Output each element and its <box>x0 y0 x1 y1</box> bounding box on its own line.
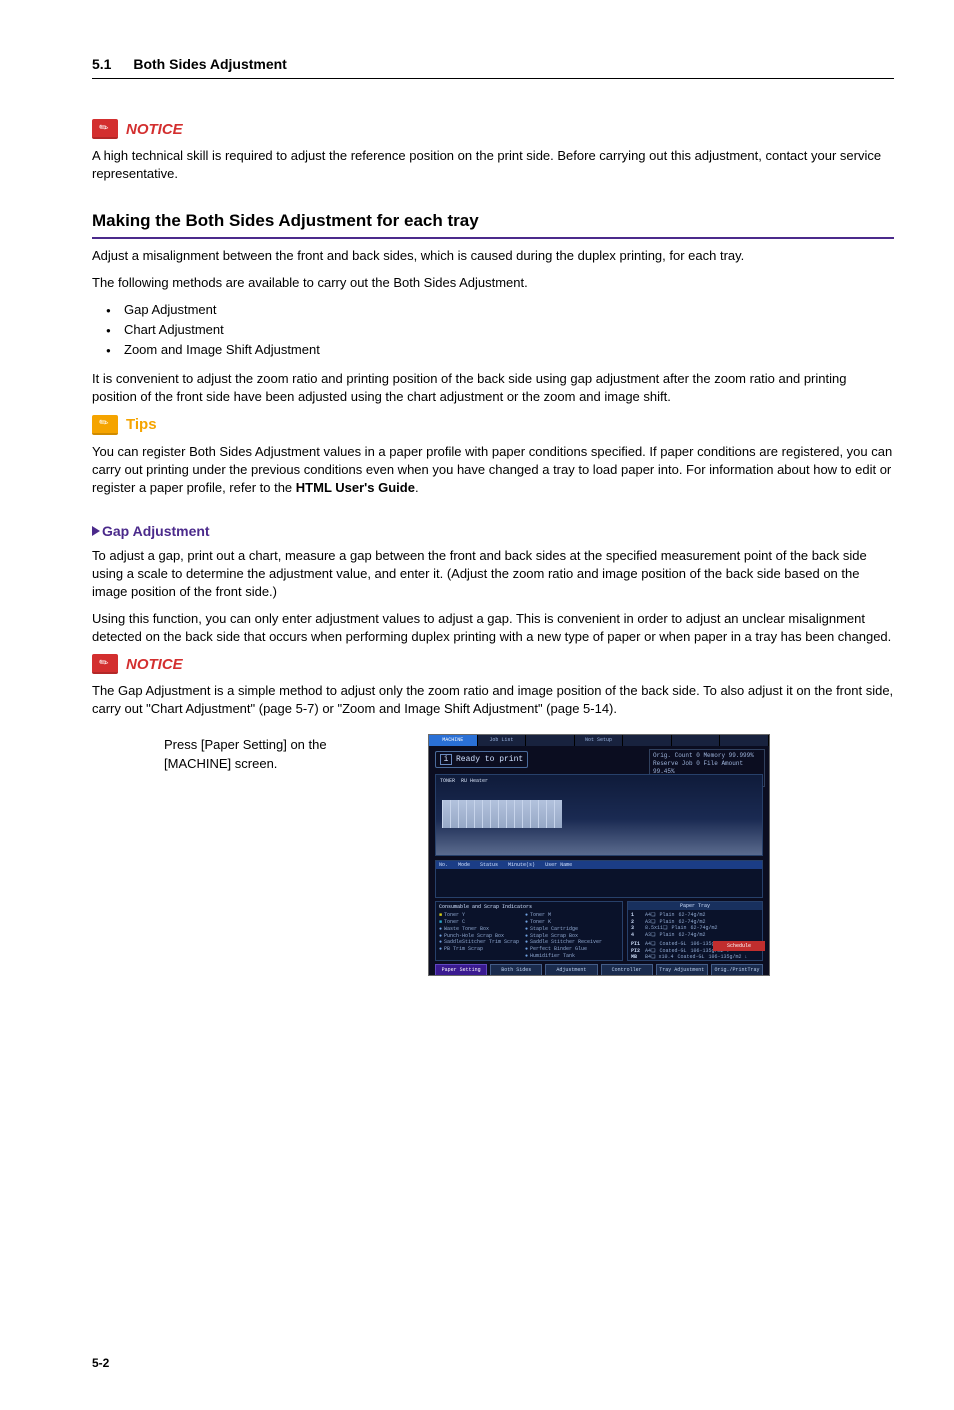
para-1: Adjust a misalignment between the front … <box>92 247 894 265</box>
page-header: 5.1 Both Sides Adjustment <box>92 56 894 79</box>
heading-making-adjustment: Making the Both Sides Adjustment for eac… <box>92 211 894 239</box>
tab[interactable] <box>623 735 672 746</box>
tab[interactable] <box>526 735 575 746</box>
notice-label: NOTICE <box>126 121 183 138</box>
tips-block: ✎ Tips <box>92 415 894 435</box>
notice-1-text: A high technical skill is required to ad… <box>92 147 894 183</box>
step-1-row: 1 Press [Paper Setting] on the [MACHINE]… <box>92 734 894 976</box>
section-number: 5.1 <box>92 56 111 72</box>
notice-label: NOTICE <box>126 656 183 673</box>
tab[interactable] <box>672 735 721 746</box>
tips-text: You can register Both Sides Adjustment v… <box>92 443 894 498</box>
list-item: Gap Adjustment <box>124 300 894 320</box>
page-number: 5-2 <box>92 1356 894 1370</box>
tab-joblist[interactable]: Job List <box>478 735 527 746</box>
para-3: It is convenient to adjust the zoom rati… <box>92 370 894 406</box>
machine-screenshot: MACHINE Job List Not Setup i Ready to pri… <box>428 734 770 976</box>
ready-text: Ready to print <box>456 755 523 764</box>
device-illustration <box>442 800 562 828</box>
device-panel: TONER RU Heater <box>435 774 763 856</box>
both-sides-button[interactable]: Both Sides <box>490 964 542 976</box>
tab-machine[interactable]: MACHINE <box>429 735 478 746</box>
machine-tabs: MACHINE Job List Not Setup <box>429 735 769 746</box>
notice-icon: ✎ <box>92 654 118 674</box>
tab[interactable]: Not Setup <box>575 735 624 746</box>
subheading-text: Gap Adjustment <box>102 523 210 539</box>
section-title: Both Sides Adjustment <box>133 56 287 72</box>
gap-para-1: To adjust a gap, print out a chart, meas… <box>92 547 894 602</box>
notice-2-text: The Gap Adjustment is a simple method to… <box>92 682 894 718</box>
notice-block-2: ✎ NOTICE <box>92 654 894 674</box>
tray-adj-button[interactable]: Tray Adjustment <box>656 964 708 976</box>
tips-text-a: You can register Both Sides Adjustment v… <box>92 444 892 495</box>
tips-label: Tips <box>126 416 157 433</box>
controller-button[interactable]: Controller <box>601 964 653 976</box>
para-2: The following methods are available to c… <box>92 274 894 292</box>
subheading-gap-adjustment: Gap Adjustment <box>92 523 894 539</box>
tips-text-c: . <box>415 480 419 495</box>
gap-para-2: Using this function, you can only enter … <box>92 610 894 646</box>
list-item: Zoom and Image Shift Adjustment <box>124 340 894 360</box>
schedule-button[interactable]: Schedule <box>713 941 765 951</box>
triangle-icon <box>92 526 100 536</box>
adjustment-button[interactable]: Adjustment <box>545 964 597 976</box>
list-item: Chart Adjustment <box>124 320 894 340</box>
machine-bottom-buttons: Paper Setting Both Sides Adjustment Cont… <box>435 964 763 976</box>
paper-setting-button[interactable]: Paper Setting <box>435 964 487 976</box>
paper-tray-box: Paper Tray 1A4❏Plain62-74g/m22A3❏Plain62… <box>627 901 763 961</box>
step-number: 1 <box>92 734 130 976</box>
consumable-box: Consumable and Scrap Indicators Toner YT… <box>435 901 623 961</box>
info-icon: i <box>440 754 452 765</box>
methods-list: Gap Adjustment Chart Adjustment Zoom and… <box>92 300 894 360</box>
tab[interactable] <box>720 735 769 746</box>
notice-block-1: ✎ NOTICE <box>92 119 894 139</box>
print-tray-button[interactable]: Orig./PrintTray <box>711 964 763 976</box>
tips-icon: ✎ <box>92 415 118 435</box>
notice-icon: ✎ <box>92 119 118 139</box>
step-1-text: Press [Paper Setting] on the [MACHINE] s… <box>164 734 394 976</box>
tips-text-ref: HTML User's Guide <box>296 480 415 495</box>
ready-status: i Ready to print <box>435 751 528 768</box>
job-list: No. Mode Status Minute(s) User Name <box>435 860 763 898</box>
